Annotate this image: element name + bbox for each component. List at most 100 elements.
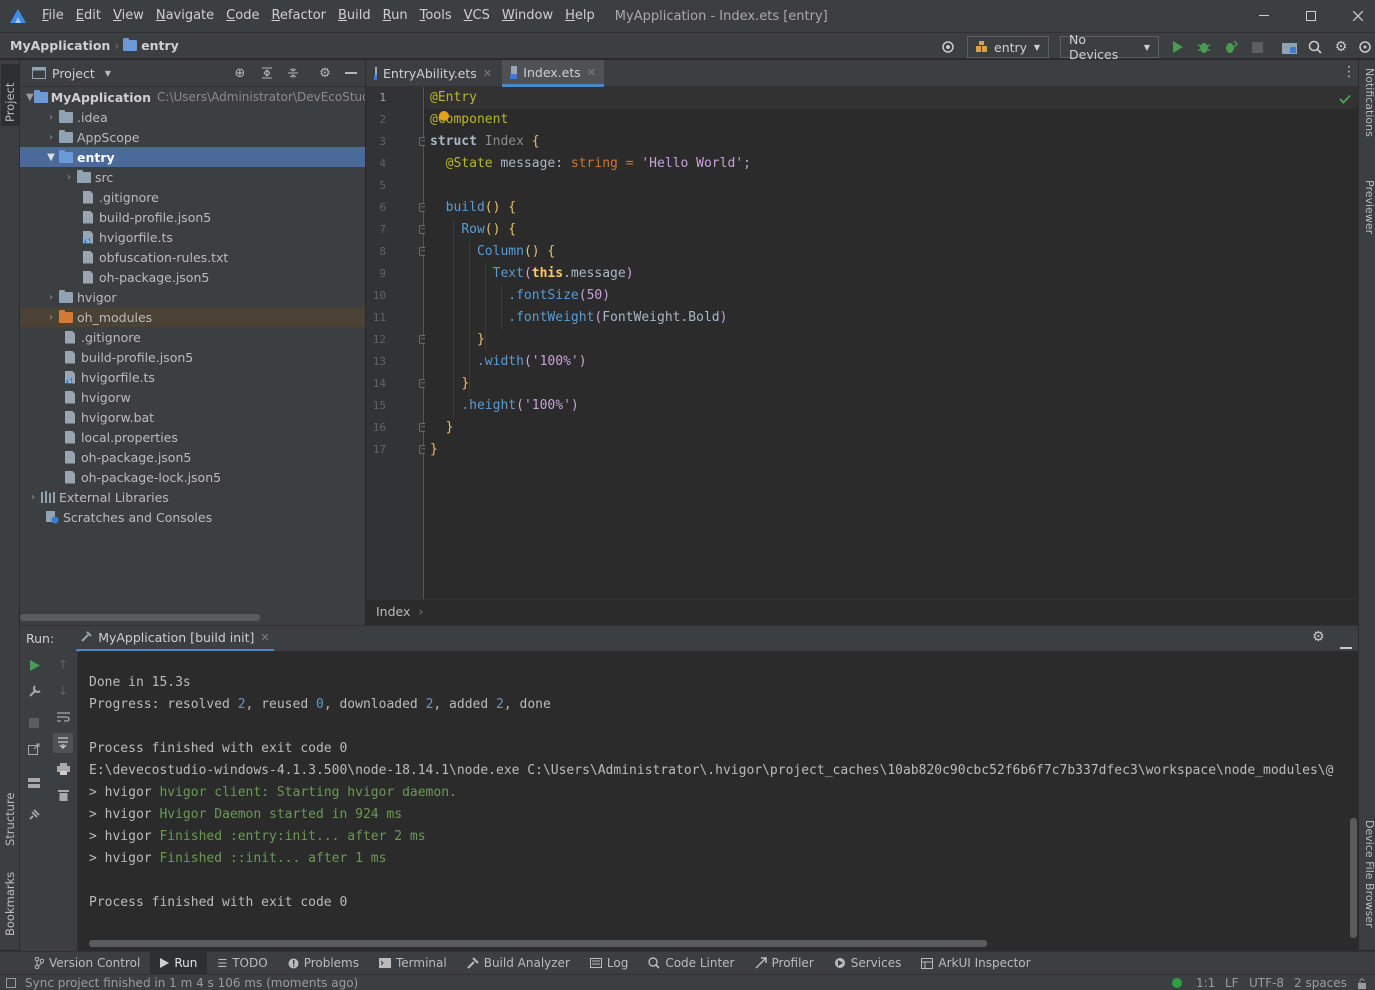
- tree-item-oh-modules[interactable]: › oh_modules: [20, 307, 365, 327]
- tree-item-myapplication[interactable]: ▼ MyApplication C:\Users\Administrator\D…: [20, 87, 365, 107]
- menu-build[interactable]: Build: [332, 0, 377, 32]
- update-icon[interactable]: [1355, 37, 1375, 57]
- tree-item-root-build-profile[interactable]: build-profile.json5: [20, 347, 365, 367]
- minimize-button[interactable]: [1241, 0, 1287, 32]
- tree-item-appscope[interactable]: › AppScope: [20, 127, 365, 147]
- soft-wrap-icon[interactable]: [53, 707, 73, 727]
- wrench-icon[interactable]: [24, 681, 44, 701]
- tree-item-hvigorw[interactable]: hvigorw: [20, 387, 365, 407]
- file-encoding[interactable]: UTF-8: [1249, 975, 1284, 990]
- menu-view[interactable]: View: [107, 0, 150, 32]
- restore-layout-icon[interactable]: [24, 739, 44, 759]
- panel-toggle-icon[interactable]: [6, 977, 16, 988]
- tool-services[interactable]: Services: [824, 952, 912, 975]
- notifications-tool-tab[interactable]: Notifications: [1360, 68, 1375, 168]
- run-tab[interactable]: MyApplication [build init] ✕: [76, 626, 274, 652]
- tool-build-analyzer[interactable]: Build Analyzer: [457, 952, 580, 975]
- tree-item-root-oh-package[interactable]: oh-package.json5: [20, 447, 365, 467]
- maximize-button[interactable]: [1288, 0, 1334, 32]
- menu-run[interactable]: Run: [377, 0, 414, 32]
- tree-item-hvigorw-bat[interactable]: hvigorw.bat: [20, 407, 365, 427]
- close-button[interactable]: [1335, 0, 1375, 32]
- caret-position[interactable]: 1:1: [1196, 975, 1215, 990]
- tool-terminal[interactable]: Terminal: [369, 952, 457, 975]
- tree-item-hvigorfile[interactable]: hvigorfile.ts: [20, 227, 365, 247]
- project-panel-title[interactable]: Project: [52, 66, 95, 81]
- tool-problems[interactable]: Problems: [278, 952, 369, 975]
- menu-vcs[interactable]: VCS: [458, 0, 496, 32]
- debug-icon[interactable]: [1194, 37, 1214, 57]
- stop-icon[interactable]: [1247, 37, 1267, 57]
- stop-icon[interactable]: [24, 713, 44, 733]
- tool-profiler[interactable]: Profiler: [745, 952, 824, 975]
- menu-tools[interactable]: Tools: [414, 0, 458, 32]
- hide-panel-icon[interactable]: [342, 64, 360, 82]
- tree-item-idea[interactable]: › .idea: [20, 107, 365, 127]
- tree-item-hvigor[interactable]: › hvigor: [20, 287, 365, 307]
- menu-code[interactable]: Code: [220, 0, 265, 32]
- expand-all-icon[interactable]: [258, 64, 276, 82]
- project-structure-icon[interactable]: [1279, 37, 1299, 57]
- trash-icon[interactable]: [53, 785, 73, 805]
- tool-arkui-inspector[interactable]: ArkUI Inspector: [911, 952, 1040, 975]
- tab-entryability[interactable]: EntryAbility.ets ✕: [366, 60, 500, 87]
- indent-setting[interactable]: 2 spaces: [1294, 975, 1347, 990]
- chevron-down-icon[interactable]: ▼: [105, 69, 111, 78]
- scroll-to-end-icon[interactable]: [53, 733, 73, 753]
- lock-icon[interactable]: [1357, 975, 1367, 990]
- settings-gear-icon[interactable]: ⚙: [1312, 629, 1325, 645]
- tree-item-local-properties[interactable]: local.properties: [20, 427, 365, 447]
- close-tab-icon[interactable]: ✕: [587, 66, 596, 79]
- horizontal-scrollbar[interactable]: [20, 614, 260, 621]
- tree-item-entry[interactable]: ▼ entry: [20, 147, 365, 167]
- vertical-scrollbar[interactable]: [1350, 818, 1357, 938]
- tree-item-scratches[interactable]: Scratches and Consoles: [20, 507, 365, 527]
- intention-bulb-icon[interactable]: [439, 111, 449, 121]
- menu-window[interactable]: Window: [496, 0, 559, 32]
- search-icon[interactable]: [1305, 37, 1325, 57]
- horizontal-scrollbar[interactable]: [89, 940, 987, 947]
- tree-item-oh-package[interactable]: oh-package.json5: [20, 267, 365, 287]
- tree-item-build-profile[interactable]: build-profile.json5: [20, 207, 365, 227]
- no-problems-check-icon[interactable]: [1339, 93, 1351, 107]
- tool-log[interactable]: Log: [580, 952, 638, 975]
- tree-item-root-gitignore[interactable]: .gitignore: [20, 327, 365, 347]
- tree-item-oh-package-lock[interactable]: oh-package-lock.json5: [20, 467, 365, 487]
- tree-item-obfuscation-rules[interactable]: obfuscation-rules.txt: [20, 247, 365, 267]
- menu-file[interactable]: File: [36, 0, 70, 32]
- arrow-down-icon[interactable]: ↓: [53, 681, 73, 701]
- hide-panel-icon[interactable]: [1340, 638, 1352, 652]
- pin-icon[interactable]: [24, 805, 44, 825]
- menu-refactor[interactable]: Refactor: [265, 0, 332, 32]
- tool-version-control[interactable]: Version Control: [24, 952, 150, 975]
- settings-gear-icon[interactable]: ⚙: [1331, 37, 1351, 57]
- close-tab-icon[interactable]: ✕: [260, 631, 269, 644]
- previewer-tool-tab[interactable]: Previewer: [1360, 180, 1375, 250]
- arrow-up-icon[interactable]: ↑: [53, 655, 73, 675]
- bookmarks-tool-tab[interactable]: Bookmarks: [1, 860, 19, 940]
- line-separator[interactable]: LF: [1225, 975, 1239, 990]
- tool-todo[interactable]: ☰ TODO: [207, 952, 277, 975]
- editor-breadcrumb-item[interactable]: Index: [376, 604, 410, 619]
- menu-edit[interactable]: Edit: [70, 0, 107, 32]
- status-message[interactable]: Sync project finished in 1 m 4 s 106 ms …: [25, 976, 358, 990]
- run-console[interactable]: Done in 15.3s Progress: resolved 2, reus…: [79, 651, 1358, 951]
- breadcrumb-project[interactable]: MyApplication: [0, 38, 110, 53]
- run-config-dropdown[interactable]: entry ▼: [967, 36, 1049, 58]
- print-icon[interactable]: [53, 759, 73, 779]
- tree-item-root-hvigorfile[interactable]: hvigorfile.ts: [20, 367, 365, 387]
- menu-help[interactable]: Help: [559, 0, 601, 32]
- device-file-browser-tool-tab[interactable]: Device File Browser: [1360, 820, 1375, 945]
- tree-item-external-libraries[interactable]: › External Libraries: [20, 487, 365, 507]
- attach-debugger-icon[interactable]: [1221, 37, 1241, 57]
- daemon-status-icon[interactable]: [1172, 975, 1182, 990]
- tool-code-linter[interactable]: Code Linter: [638, 952, 744, 975]
- rerun-icon[interactable]: [24, 655, 44, 675]
- more-tabs-icon[interactable]: ⋮: [1342, 64, 1356, 80]
- close-tab-icon[interactable]: ✕: [483, 67, 492, 80]
- structure-tool-tab[interactable]: Structure: [1, 770, 19, 850]
- tree-item-gitignore[interactable]: .gitignore: [20, 187, 365, 207]
- target-icon[interactable]: [938, 37, 958, 57]
- tool-run[interactable]: Run: [150, 951, 208, 975]
- tab-index[interactable]: Index.ets ✕: [502, 60, 604, 87]
